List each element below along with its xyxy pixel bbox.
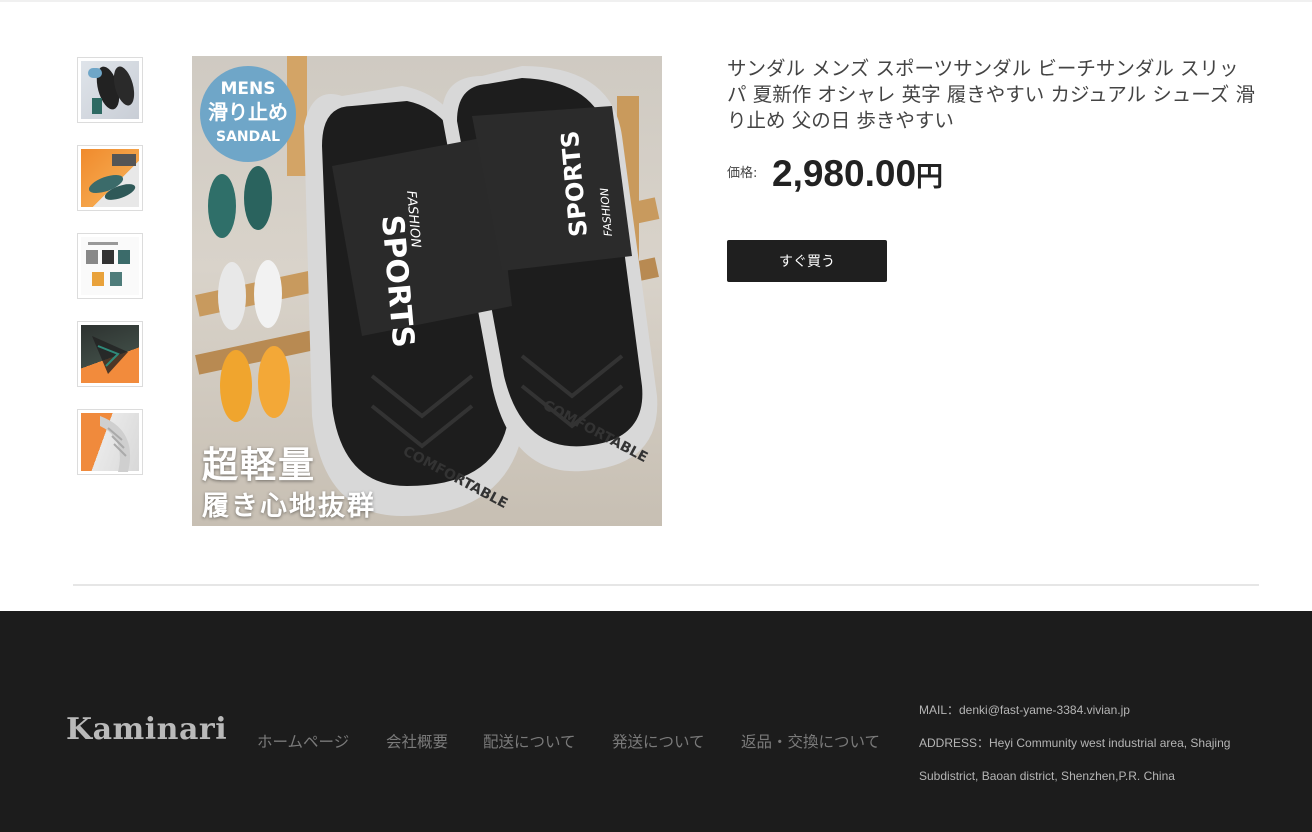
price-label: 価格: — [727, 166, 758, 181]
product-price: 2,980.00円 — [772, 150, 943, 202]
top-border — [0, 0, 1312, 2]
section-divider — [73, 584, 1259, 586]
footer-address-line-2: Subdistrict, Baoan district, Shenzhen,P.… — [919, 769, 1175, 783]
footer-address-line-1: ADDRESS：Heyi Community west industrial a… — [919, 736, 1231, 750]
footer-link-shipping[interactable]: 発送について — [612, 730, 705, 752]
footer-link-delivery[interactable]: 配送について — [483, 730, 576, 752]
thumbnail-5[interactable] — [77, 409, 143, 475]
sandal-thumbnail-icon — [88, 66, 135, 114]
site-footer: Kaminari ホームページ 会社概要 配送について 発送について 返品・交換… — [0, 611, 1312, 832]
price-currency: 円 — [916, 162, 944, 193]
price-value: 2,980.00 — [772, 153, 917, 194]
footer-link-returns[interactable]: 返品・交換について — [741, 730, 880, 752]
badge-line-3: SANDAL — [215, 129, 280, 145]
footer-link-company[interactable]: 会社概要 — [386, 730, 448, 752]
sandal-thumbnail-icon — [88, 154, 136, 200]
footer-mail: MAIL：denki@fast-yame-3384.vivian.jp — [919, 703, 1130, 717]
main-product-image: SPORTS FASHION SPORTS FASHION COMFORTABL… — [192, 56, 662, 526]
badge-line-2: 滑り止め — [208, 100, 288, 124]
footer-contact: MAIL：denki@fast-yame-3384.vivian.jp ADDR… — [919, 694, 1259, 793]
mens-badge: MENS 滑り止め SANDAL — [200, 66, 296, 162]
thumbnail-4[interactable] — [77, 321, 143, 387]
buy-now-button[interactable]: すぐ買う — [727, 240, 887, 282]
promo-text-1: 超軽量 — [202, 445, 317, 486]
thumbnail-1[interactable] — [77, 57, 143, 123]
color-chart-icon — [86, 242, 130, 286]
badge-line-1: MENS — [220, 79, 276, 99]
product-title: サンダル メンズ スポーツサンダル ビーチサンダル スリッパ 夏新作 オシャレ … — [727, 57, 1255, 132]
promo-text-2: 履き心地抜群 — [202, 491, 376, 522]
thumbnail-list — [77, 57, 145, 497]
sole-texture-icon — [100, 416, 131, 472]
footer-logo[interactable]: Kaminari — [66, 712, 227, 747]
footer-link-home[interactable]: ホームページ — [257, 730, 349, 752]
thumbnail-2[interactable] — [77, 145, 143, 211]
sole-closeup-icon — [92, 336, 128, 374]
thumbnail-3[interactable] — [77, 233, 143, 299]
